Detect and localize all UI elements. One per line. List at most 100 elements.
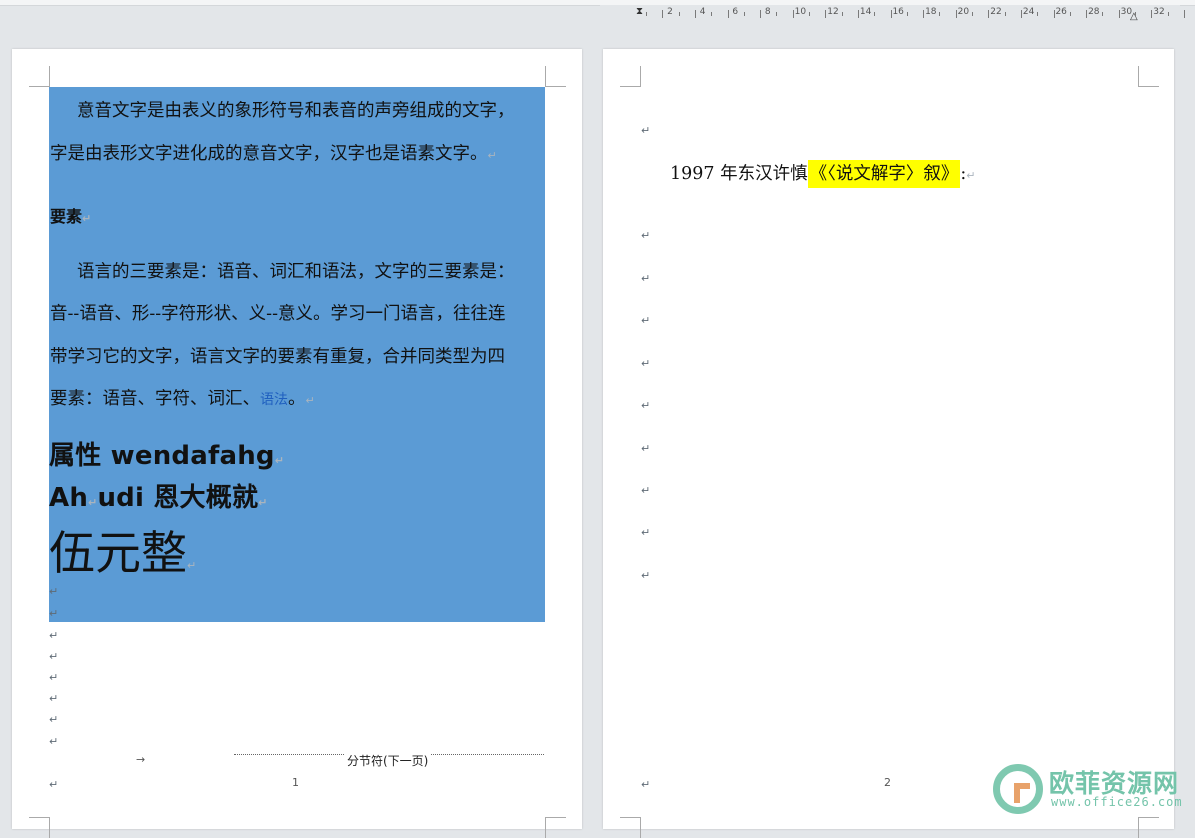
margin-corner-bottom-right xyxy=(1138,817,1159,838)
ruler-number: 30 xyxy=(1120,7,1133,17)
paragraph-mark: ↵ xyxy=(49,585,59,598)
paragraph-mark: ↵ xyxy=(49,713,59,726)
paragraph-2-line-2[interactable]: 音--语音、形--字符形状、义--意义。学习一门语言，往往连 xyxy=(50,300,505,325)
watermark-logo-icon xyxy=(993,764,1043,814)
ruler-tick xyxy=(857,10,859,18)
paragraph-mark: ↵ xyxy=(49,650,59,663)
ruler-tick xyxy=(1053,10,1055,18)
ruler-number: 24 xyxy=(1022,7,1035,17)
paragraph-2-line-4-text: 要素：语音、字符、词汇、 xyxy=(50,389,260,409)
grammar-link[interactable]: 语法 xyxy=(260,392,288,408)
margin-corner-top-left xyxy=(620,66,641,87)
bold-line-ahudi-b: udi 恩大概就 xyxy=(97,483,259,513)
bold-line-attribute-text: 属性 wendafahg xyxy=(49,441,275,471)
large-text-line-text: 伍元整 xyxy=(49,526,187,580)
ruler-tick xyxy=(760,10,762,18)
paragraph-mark: ↵ xyxy=(82,212,92,225)
ruler-tick xyxy=(972,12,973,16)
paragraph-mark: ↵ xyxy=(641,272,651,285)
paragraph-mark: ↵ xyxy=(641,778,651,791)
ruler-number: 10 xyxy=(794,7,807,17)
paragraph-mark: ↵ xyxy=(49,778,59,791)
ruler-tick xyxy=(792,10,794,18)
ruler-tick xyxy=(646,12,647,16)
ruler-number: 18 xyxy=(925,7,937,17)
ruler-number: 12 xyxy=(827,7,839,17)
watermark-subtitle: www.office26.com xyxy=(1051,795,1183,809)
highlighted-title[interactable]: 《〈说文解字〉叙》 xyxy=(807,160,961,188)
ruler-number: 6 xyxy=(732,7,739,17)
ruler-tick xyxy=(743,12,745,16)
paragraph-mark: ↵ xyxy=(305,394,315,407)
paragraph-mark: ↵ xyxy=(641,569,651,582)
site-watermark: 欧菲资源网 www.office26.com xyxy=(993,762,1188,820)
ruler-tick xyxy=(1037,12,1039,16)
document-page-1[interactable]: 意音文字是由表义的象形符号和表音的声旁组成的文字， 字是由表形文字进化成的意音文… xyxy=(12,49,582,838)
ruler-number: 26 xyxy=(1055,7,1067,17)
large-text-line[interactable]: 伍元整↵ xyxy=(49,517,196,583)
paragraph-mark: ↵ xyxy=(49,735,59,748)
ruler-tick xyxy=(711,12,713,16)
section-heading[interactable]: 要素↵ xyxy=(50,203,91,227)
ruler-tick xyxy=(662,10,664,18)
ruler-tick xyxy=(809,12,810,16)
paragraph-1-line-1[interactable]: 意音文字是由表义的象形符号和表音的声旁组成的文字， xyxy=(77,97,515,122)
paragraph-2-line-1[interactable]: 语言的三要素是：语音、词汇和语法，文字的三要素是： xyxy=(77,258,515,283)
paragraph-mark: ↵ xyxy=(641,526,651,539)
citation-line-prefix: 1997 年东汉许慎 xyxy=(670,164,808,184)
indent-marker-icon[interactable]: ⧗ xyxy=(636,6,643,17)
ruler-tick xyxy=(890,10,892,18)
tab-mark-icon: → xyxy=(136,753,146,766)
ruler-tick xyxy=(1069,12,1071,16)
paragraph-mark: ↵ xyxy=(49,607,59,620)
ruler-tick xyxy=(694,10,696,18)
paragraph-mark: ↵ xyxy=(641,357,651,370)
ruler-tick xyxy=(1135,12,1136,16)
ruler-tick xyxy=(939,12,941,16)
paragraph-mark: ↵ xyxy=(641,484,651,497)
ruler-tick xyxy=(1020,10,1022,18)
paragraph-mark: ↵ xyxy=(49,692,59,705)
paragraph-2-line-4[interactable]: 要素：语音、字符、词汇、语法。↵ xyxy=(50,385,315,410)
paragraph-1-line-2[interactable]: 字是由表形文字进化成的意音文字，汉字也是语素文字。↵ xyxy=(50,140,497,165)
section-break-label: 分节符(下一页) xyxy=(345,752,431,769)
ruler-tick xyxy=(727,10,729,18)
bold-line-ahudi-a: Ah xyxy=(49,483,89,513)
margin-corner-bottom-right xyxy=(545,817,566,838)
paragraph-1-line-2-text: 字是由表形文字进化成的意音文字，汉字也是语素文字。 xyxy=(50,144,488,164)
paragraph-mark: ↵ xyxy=(641,124,651,137)
horizontal-ruler[interactable]: ⧗ △ 2 4 6 8 10 12 14 16 18 20 22 24 26 28 30 32 xyxy=(600,5,1185,27)
ruler-number: 22 xyxy=(990,7,1002,17)
ruler-number: 20 xyxy=(957,7,970,17)
ruler-tick xyxy=(1118,10,1120,18)
ruler-tick xyxy=(1004,12,1006,16)
paragraph-2-line-3[interactable]: 带学习它的文字，语言文字的要素有重复，合并同类型为四 xyxy=(50,343,505,368)
ruler-tick xyxy=(825,10,827,18)
paragraph-mark: ↵ xyxy=(49,671,59,684)
citation-line[interactable]: 1997 年东汉许慎 《〈说文解字〉叙》:↵ xyxy=(670,160,975,188)
paragraph-mark: ↵ xyxy=(258,496,268,509)
ruler-number: 2 xyxy=(667,7,673,17)
paragraph-2-line-4-end: 。 xyxy=(288,389,306,409)
paragraph-mark: ↵ xyxy=(641,229,651,242)
ruler-number: 28 xyxy=(1088,7,1100,17)
margin-corner-bottom-left xyxy=(620,817,641,838)
bold-line-attribute[interactable]: 属性 wendafahg↵ xyxy=(49,435,284,472)
ruler-tick xyxy=(1102,12,1104,16)
ruler-tick xyxy=(955,10,957,18)
document-page-2[interactable]: ↵ 1997 年东汉许慎 《〈说文解字〉叙》:↵ ↵ ↵ ↵ ↵ ↵ ↵ ↵ ↵ … xyxy=(603,49,1174,838)
ruler-tick xyxy=(1167,12,1169,16)
ruler-number: 4 xyxy=(699,7,706,17)
ruler-tick xyxy=(841,12,843,16)
paragraph-mark: ↵ xyxy=(49,629,59,642)
paragraph-mark: ↵ xyxy=(487,149,497,162)
paragraph-mark: ↵ xyxy=(641,399,651,412)
ruler-tick xyxy=(1151,10,1153,18)
ruler-tick xyxy=(874,12,876,16)
ruler-number: 14 xyxy=(859,7,872,17)
margin-corner-top-right xyxy=(545,66,566,87)
paragraph-mark: ↵ xyxy=(641,314,651,327)
bold-line-ahudi[interactable]: Ah↵udi 恩大概就↵ xyxy=(49,477,268,514)
ruler-tick xyxy=(776,12,778,16)
paragraph-mark: ↵ xyxy=(274,454,285,467)
